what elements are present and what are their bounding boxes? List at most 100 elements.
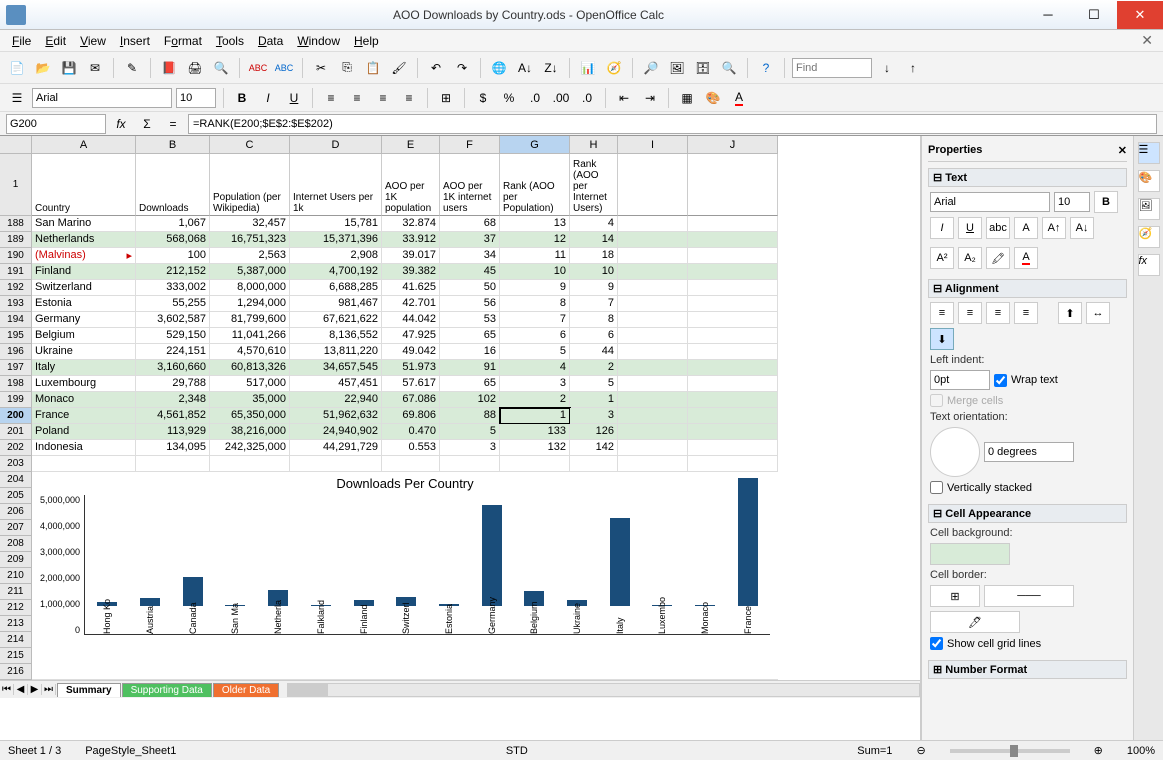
cell[interactable] — [618, 248, 688, 264]
menu-file[interactable]: File — [6, 32, 37, 50]
cell[interactable]: 32,457 — [210, 216, 290, 232]
new-icon[interactable]: 📄 — [6, 57, 28, 79]
equals-icon[interactable]: = — [162, 113, 184, 135]
cell[interactable]: 81,799,600 — [210, 312, 290, 328]
cell[interactable]: 1,067 — [136, 216, 210, 232]
cell[interactable] — [618, 392, 688, 408]
cell[interactable]: 568,068 — [136, 232, 210, 248]
cell[interactable]: 1 — [500, 408, 570, 424]
cell[interactable] — [618, 424, 688, 440]
cell[interactable] — [32, 456, 136, 472]
fx-icon[interactable]: fx — [110, 113, 132, 135]
cell[interactable] — [618, 440, 688, 456]
cell[interactable]: 5,387,000 — [210, 264, 290, 280]
cell[interactable]: 3 — [440, 440, 500, 456]
cell[interactable] — [688, 216, 778, 232]
edit-icon[interactable]: ✎ — [121, 57, 143, 79]
row-header[interactable]: 189 — [0, 232, 32, 248]
menu-tools[interactable]: Tools — [210, 32, 250, 50]
cell[interactable]: 65 — [440, 376, 500, 392]
panel-grow-icon[interactable]: A↑ — [1042, 217, 1066, 239]
tab-prev-icon[interactable]: ◀ — [14, 684, 28, 695]
currency-icon[interactable]: $ — [472, 87, 494, 109]
cell[interactable]: 49.042 — [382, 344, 440, 360]
cell[interactable] — [618, 280, 688, 296]
row-header[interactable]: 202 — [0, 440, 32, 456]
row-header[interactable]: 206 — [0, 504, 32, 520]
panel-fontcolor-icon[interactable]: A — [1014, 247, 1038, 269]
cell[interactable] — [618, 360, 688, 376]
col-header[interactable]: D — [290, 136, 382, 154]
cell[interactable]: 37 — [440, 232, 500, 248]
align-center-icon[interactable]: ≡ — [346, 87, 368, 109]
merge-checkbox[interactable]: Merge cells — [930, 394, 1003, 407]
cell[interactable]: Switzerland — [32, 280, 136, 296]
cell[interactable] — [618, 344, 688, 360]
cell[interactable]: 15,371,396 — [290, 232, 382, 248]
cell[interactable]: 55,255 — [136, 296, 210, 312]
cell[interactable]: Indonesia — [32, 440, 136, 456]
col-header[interactable]: C — [210, 136, 290, 154]
gallery-icon[interactable]: 🖼 — [666, 57, 688, 79]
cell[interactable]: Poland — [32, 424, 136, 440]
col-header[interactable]: J — [688, 136, 778, 154]
panel-valign-mid-icon[interactable]: ↔ — [1086, 302, 1110, 324]
cell[interactable]: France — [32, 408, 136, 424]
cell[interactable]: 34 — [440, 248, 500, 264]
cell[interactable] — [688, 456, 778, 472]
cell[interactable]: (Malvinas) ▸ — [32, 248, 136, 264]
wrap-checkbox[interactable]: Wrap text — [994, 374, 1058, 387]
cell[interactable]: 69.806 — [382, 408, 440, 424]
menu-format[interactable]: Format — [158, 32, 208, 50]
cell[interactable] — [290, 456, 382, 472]
tab-older[interactable]: Older Data — [213, 683, 279, 697]
sidebar-properties-icon[interactable]: ☰ — [1138, 142, 1160, 164]
cell[interactable]: 2,908 — [290, 248, 382, 264]
cell[interactable]: Monaco — [32, 392, 136, 408]
cell[interactable]: 2 — [500, 392, 570, 408]
pdf-icon[interactable]: 📕 — [158, 57, 180, 79]
underline-icon[interactable]: U — [283, 87, 305, 109]
cell[interactable] — [688, 424, 778, 440]
cell[interactable]: 12 — [500, 232, 570, 248]
cell[interactable] — [688, 360, 778, 376]
cell[interactable]: 4,570,610 — [210, 344, 290, 360]
align-left-icon[interactable]: ≡ — [320, 87, 342, 109]
degrees-combo[interactable] — [984, 442, 1074, 462]
cell[interactable]: 88 — [440, 408, 500, 424]
cell[interactable]: 981,467 — [290, 296, 382, 312]
cell[interactable] — [688, 376, 778, 392]
cell[interactable]: 134,095 — [136, 440, 210, 456]
cell[interactable]: 4 — [570, 216, 618, 232]
cell[interactable]: 6 — [500, 328, 570, 344]
horizontal-scrollbar[interactable] — [287, 683, 920, 697]
cell[interactable]: 3 — [570, 408, 618, 424]
row-header[interactable]: 215 — [0, 648, 32, 664]
name-box[interactable] — [6, 114, 106, 134]
print-icon[interactable]: 🖨 — [184, 57, 206, 79]
row-header[interactable]: 191 — [0, 264, 32, 280]
panel-font-combo[interactable] — [930, 192, 1050, 212]
open-icon[interactable]: 📂 — [32, 57, 54, 79]
cell[interactable]: 67.086 — [382, 392, 440, 408]
cell[interactable] — [618, 328, 688, 344]
cell[interactable]: 2,348 — [136, 392, 210, 408]
cell[interactable]: 2,563 — [210, 248, 290, 264]
cell[interactable]: 39.017 — [382, 248, 440, 264]
cell[interactable]: 8,136,552 — [290, 328, 382, 344]
menu-data[interactable]: Data — [252, 32, 289, 50]
tab-supporting[interactable]: Supporting Data — [122, 683, 212, 697]
cell[interactable] — [688, 232, 778, 248]
gridlines-checkbox[interactable]: Show cell grid lines — [930, 637, 1041, 650]
align-justify-icon[interactable]: ≡ — [398, 87, 420, 109]
cell[interactable]: 3,160,660 — [136, 360, 210, 376]
tab-summary[interactable]: Summary — [57, 683, 121, 697]
cell[interactable]: 517,000 — [210, 376, 290, 392]
row-header[interactable]: 205 — [0, 488, 32, 504]
borders-icon[interactable]: ▦ — [676, 87, 698, 109]
cell[interactable]: 34,657,545 — [290, 360, 382, 376]
minimize-button[interactable]: ─ — [1025, 1, 1071, 29]
redo-icon[interactable]: ↷ — [451, 57, 473, 79]
cell[interactable]: 100 — [136, 248, 210, 264]
col-header[interactable]: B — [136, 136, 210, 154]
